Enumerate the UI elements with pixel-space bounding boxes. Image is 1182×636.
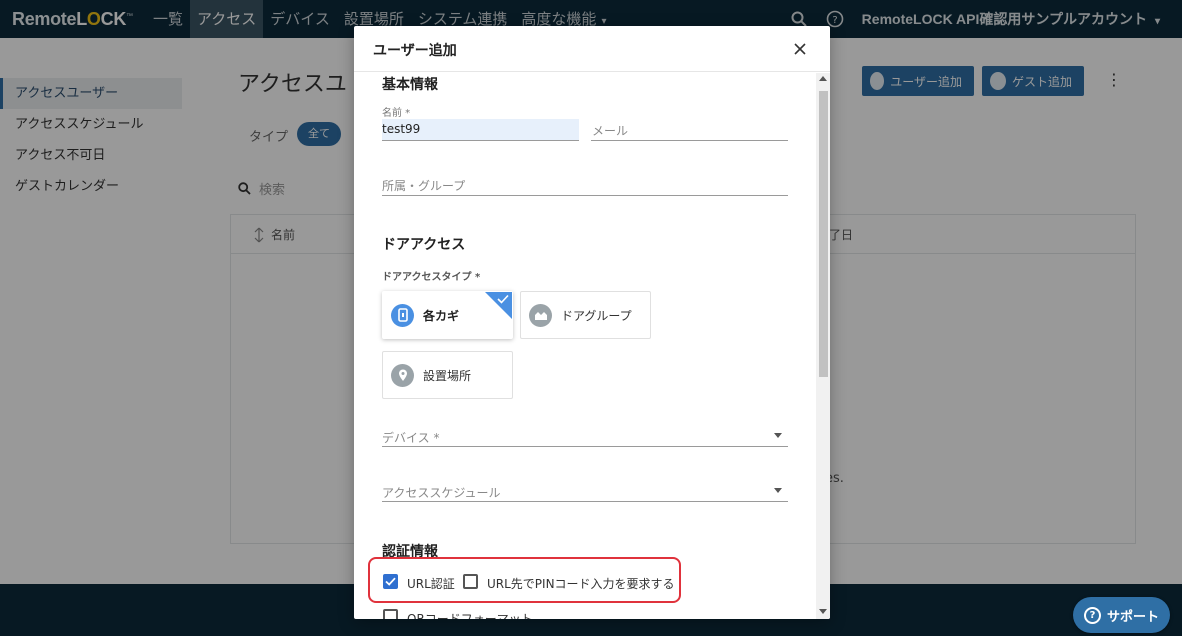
scroll-thumb[interactable] — [819, 91, 828, 377]
key-icon — [391, 303, 414, 327]
email-field[interactable] — [591, 140, 788, 141]
qr-format-label: QRコードフォーマット — [407, 612, 533, 619]
pin-required-checkbox[interactable] — [463, 574, 478, 589]
modal-body: 基本情報 名前 * test99 メール 所属・グループ ドアアクセス ドアアク… — [354, 73, 816, 619]
pin-required-label: URL先でPINコード入力を要求する — [487, 577, 675, 591]
url-auth-label: URL認証 — [407, 577, 455, 591]
check-icon — [497, 294, 509, 304]
each-key-label: 各カギ — [423, 308, 460, 323]
modal-header: ユーザー追加 — [354, 26, 830, 72]
door-access-type-location[interactable]: 設置場所 — [382, 351, 513, 399]
help-icon: ? — [1083, 606, 1101, 624]
schedule-select[interactable] — [382, 501, 788, 502]
add-user-modal: ユーザー追加 基本情報 名前 * test99 メール 所属・グループ ドアアク… — [354, 26, 830, 619]
group-field[interactable] — [382, 195, 788, 196]
support-button[interactable]: ? サポート — [1073, 597, 1170, 633]
name-field-label: 名前 * — [382, 108, 411, 119]
location-pin-icon — [391, 363, 414, 387]
door-access-heading: ドアアクセス — [382, 237, 466, 253]
chevron-down-icon[interactable] — [774, 488, 782, 493]
email-field-placeholder: メール — [592, 124, 629, 138]
modal-title: ユーザー追加 — [373, 43, 457, 59]
scroll-up-arrow[interactable] — [819, 76, 827, 81]
scroll-down-arrow[interactable] — [819, 609, 827, 614]
door-access-type-each-key[interactable]: 各カギ — [382, 291, 513, 339]
support-label: サポート — [1106, 609, 1159, 625]
door-access-type-door-group[interactable]: ドアグループ — [520, 291, 651, 339]
name-field-underline — [382, 140, 579, 141]
device-field-placeholder: デバイス * — [382, 431, 440, 445]
schedule-field-placeholder: アクセススケジュール — [382, 486, 501, 500]
url-auth-checkbox[interactable] — [383, 574, 398, 589]
door-access-type-label: ドアアクセスタイプ * — [382, 272, 481, 283]
door-group-icon — [529, 303, 552, 327]
qr-format-checkbox[interactable] — [383, 609, 398, 619]
chevron-down-icon[interactable] — [774, 433, 782, 438]
modal-scrollbar[interactable] — [816, 73, 830, 619]
door-group-label: ドアグループ — [561, 308, 632, 323]
location-label: 設置場所 — [423, 368, 472, 383]
basic-info-heading: 基本情報 — [382, 77, 438, 93]
group-field-placeholder: 所属・グループ — [382, 179, 466, 193]
close-icon[interactable] — [790, 39, 810, 59]
name-field-value: test99 — [382, 122, 421, 136]
device-select[interactable] — [382, 446, 788, 447]
check-icon — [385, 577, 396, 586]
